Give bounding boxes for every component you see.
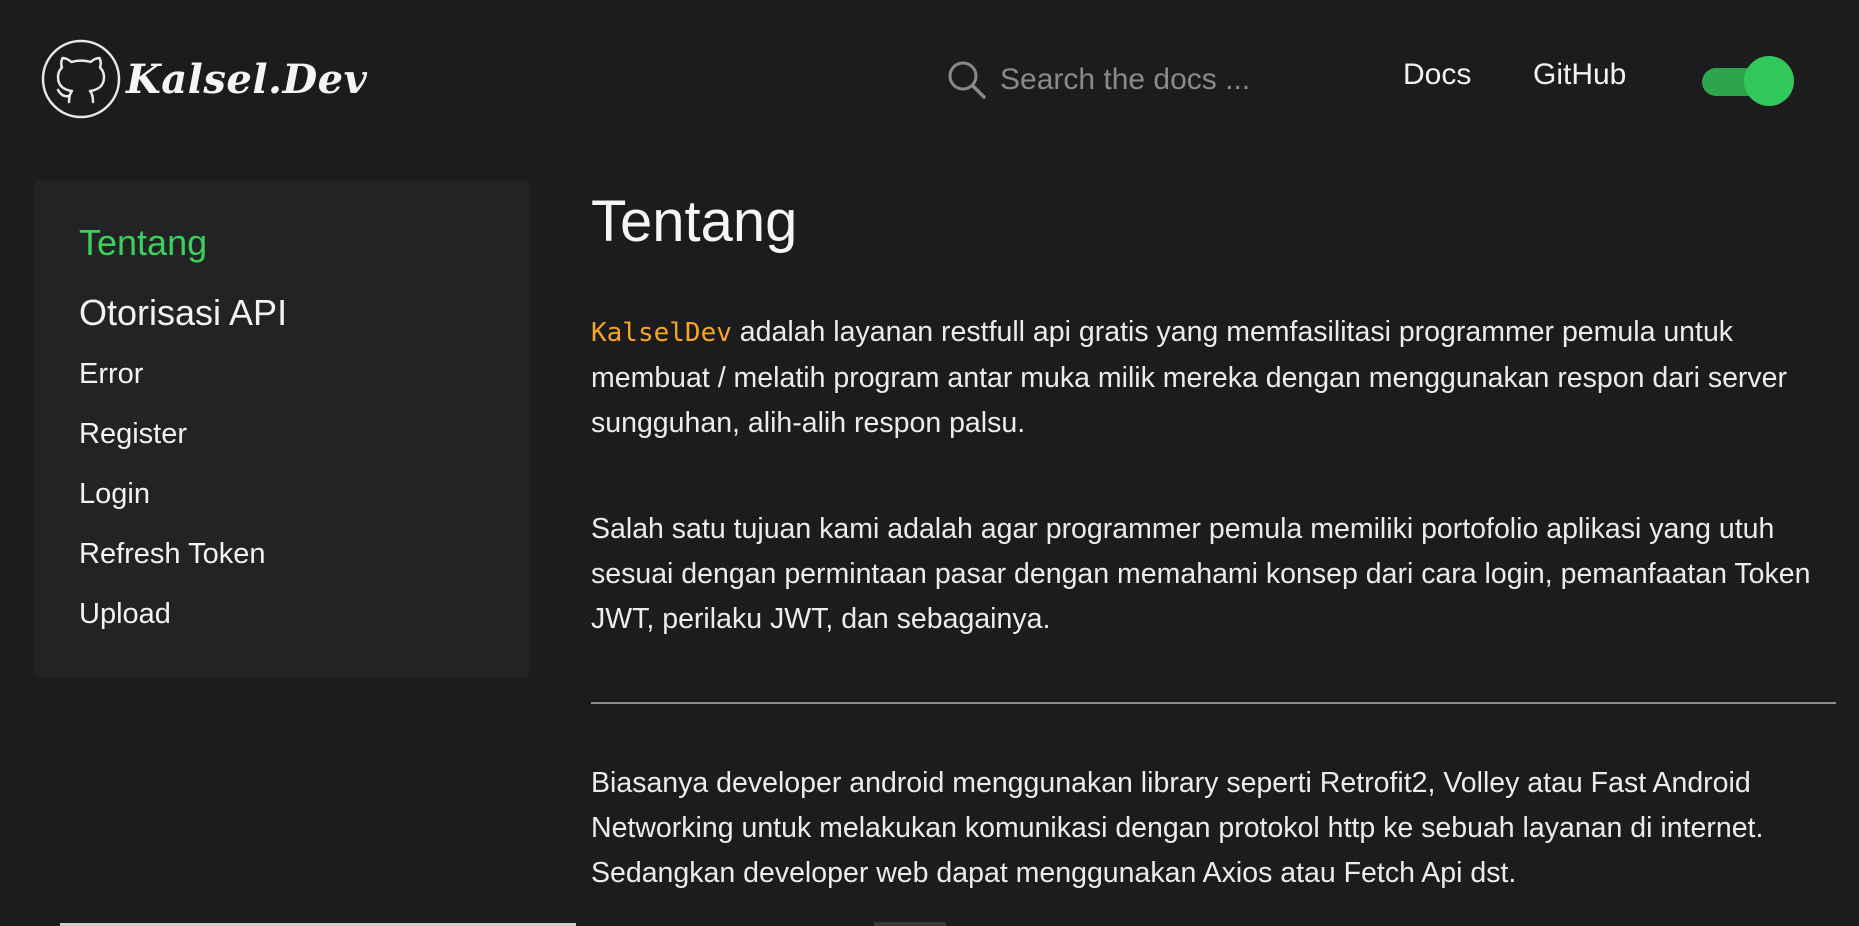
page-title: Tentang	[591, 189, 798, 254]
search-input[interactable]	[998, 62, 1278, 98]
sidebar-item-login[interactable]: Login	[79, 478, 150, 511]
top-header: Kalsel.Dev Docs GitHub	[0, 0, 1859, 160]
search-box[interactable]	[946, 56, 1286, 104]
sidebar-item-refresh-token[interactable]: Refresh Token	[79, 538, 265, 571]
sidebar-item-tentang[interactable]: Tentang	[79, 222, 207, 264]
usage-paragraph: Biasanya developer android menggunakan l…	[591, 767, 1764, 889]
inline-code-kalseldev: KalselDev	[591, 318, 732, 348]
intro-paragraph-text: adalah layanan restfull api gratis yang …	[591, 316, 1787, 439]
bottom-edge-mark	[874, 922, 946, 926]
github-cat-icon	[41, 39, 121, 119]
sidebar-item-upload[interactable]: Upload	[79, 598, 171, 631]
toggle-knob	[1744, 56, 1794, 106]
logo-text: Kalsel.Dev	[126, 55, 368, 103]
search-icon	[948, 61, 986, 99]
nav-docs-link[interactable]: Docs	[1403, 58, 1471, 92]
goal-paragraph: Salah satu tujuan kami adalah agar progr…	[591, 513, 1811, 635]
sidebar-item-error[interactable]: Error	[79, 358, 143, 391]
sidebar-section-otorisasi-api[interactable]: Otorisasi API	[79, 292, 287, 334]
site-logo[interactable]: Kalsel.Dev	[40, 38, 367, 120]
content-divider	[591, 702, 1836, 704]
sidebar-item-register[interactable]: Register	[79, 418, 187, 451]
nav-github-link[interactable]: GitHub	[1533, 58, 1626, 92]
theme-toggle[interactable]	[1700, 54, 1796, 106]
intro-paragraph: KalselDev adalah layanan restfull api gr…	[591, 310, 1836, 446]
sidebar: Tentang Otorisasi API Error Register Log…	[34, 180, 530, 678]
